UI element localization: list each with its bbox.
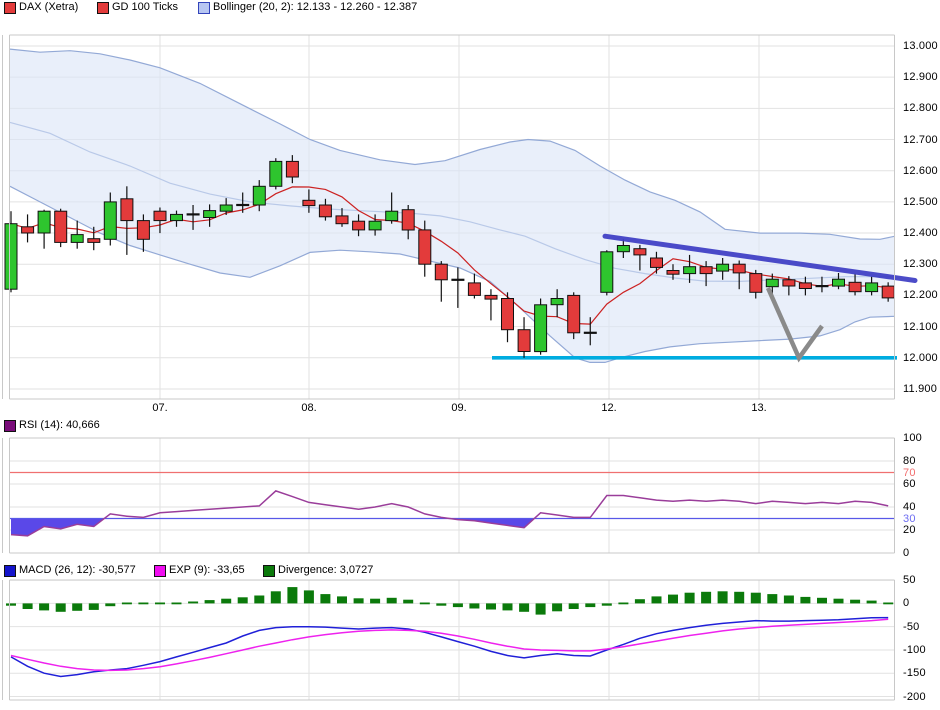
macd-y-tick-label: -50	[903, 621, 939, 633]
legend-gd100-label: GD 100 Ticks	[112, 1, 178, 13]
rsi-y-tick-label: 80	[903, 455, 939, 467]
main-y-tick-label: 11.900	[903, 383, 939, 395]
gd100-series-swatch-icon	[97, 2, 109, 14]
dax-series-swatch-icon	[4, 2, 16, 14]
legend-divergence-label: Divergence: 3,0727	[278, 564, 373, 576]
legend-macd-label: MACD (26, 12): -30,577	[19, 564, 136, 576]
rsi-y-tick-label: 30	[903, 513, 939, 525]
rsi-y-tick-label: 20	[903, 524, 939, 536]
macd-y-tick-label: -200	[903, 691, 939, 703]
macd-series-swatch-icon	[4, 565, 16, 577]
rsi-y-tick-label: 100	[903, 432, 939, 444]
main-y-tick-label: 12.000	[903, 352, 939, 364]
day-tick-label: 13.	[742, 402, 776, 414]
macd-y-tick-label: -100	[903, 644, 939, 656]
rsi-y-tick-label: 70	[903, 467, 939, 479]
day-tick-label: 12.	[592, 402, 626, 414]
main-y-tick-label: 13.000	[903, 40, 939, 52]
main-y-tick-label: 12.600	[903, 165, 939, 177]
rsi-y-tick-label: 60	[903, 478, 939, 490]
day-tick-label: 07.	[143, 402, 177, 414]
legend-exp-label: EXP (9): -33,65	[169, 564, 245, 576]
main-y-tick-label: 12.700	[903, 134, 939, 146]
legend-bollinger-label: Bollinger (20, 2): 12.133 - 12.260 - 12.…	[213, 1, 417, 13]
main-y-tick-label: 12.200	[903, 289, 939, 301]
chart-application: { "colors": { "candle_up": "#2ec52e", "c…	[0, 0, 940, 710]
macd-y-tick-label: 0	[903, 597, 939, 609]
legend-dax-label: DAX (Xetra)	[19, 1, 78, 13]
main-y-tick-label: 12.500	[903, 196, 939, 208]
legend-rsi-label: RSI (14): 40,666	[19, 419, 100, 431]
rsi-series-swatch-icon	[4, 420, 16, 432]
main-y-tick-label: 12.400	[903, 227, 939, 239]
macd-y-tick-label: 50	[903, 574, 939, 586]
main-y-tick-label: 12.300	[903, 258, 939, 270]
day-tick-label: 09.	[442, 402, 476, 414]
main-y-tick-label: 12.800	[903, 102, 939, 114]
chart-canvas[interactable]	[0, 0, 940, 710]
macd-y-tick-label: -150	[903, 667, 939, 679]
exp-series-swatch-icon	[154, 565, 166, 577]
divergence-series-swatch-icon	[263, 565, 275, 577]
bollinger-series-swatch-icon	[198, 2, 210, 14]
rsi-y-tick-label: 40	[903, 501, 939, 513]
day-tick-label: 08.	[292, 402, 326, 414]
rsi-y-tick-label: 0	[903, 547, 939, 559]
main-y-tick-label: 12.900	[903, 71, 939, 83]
main-y-tick-label: 12.100	[903, 321, 939, 333]
